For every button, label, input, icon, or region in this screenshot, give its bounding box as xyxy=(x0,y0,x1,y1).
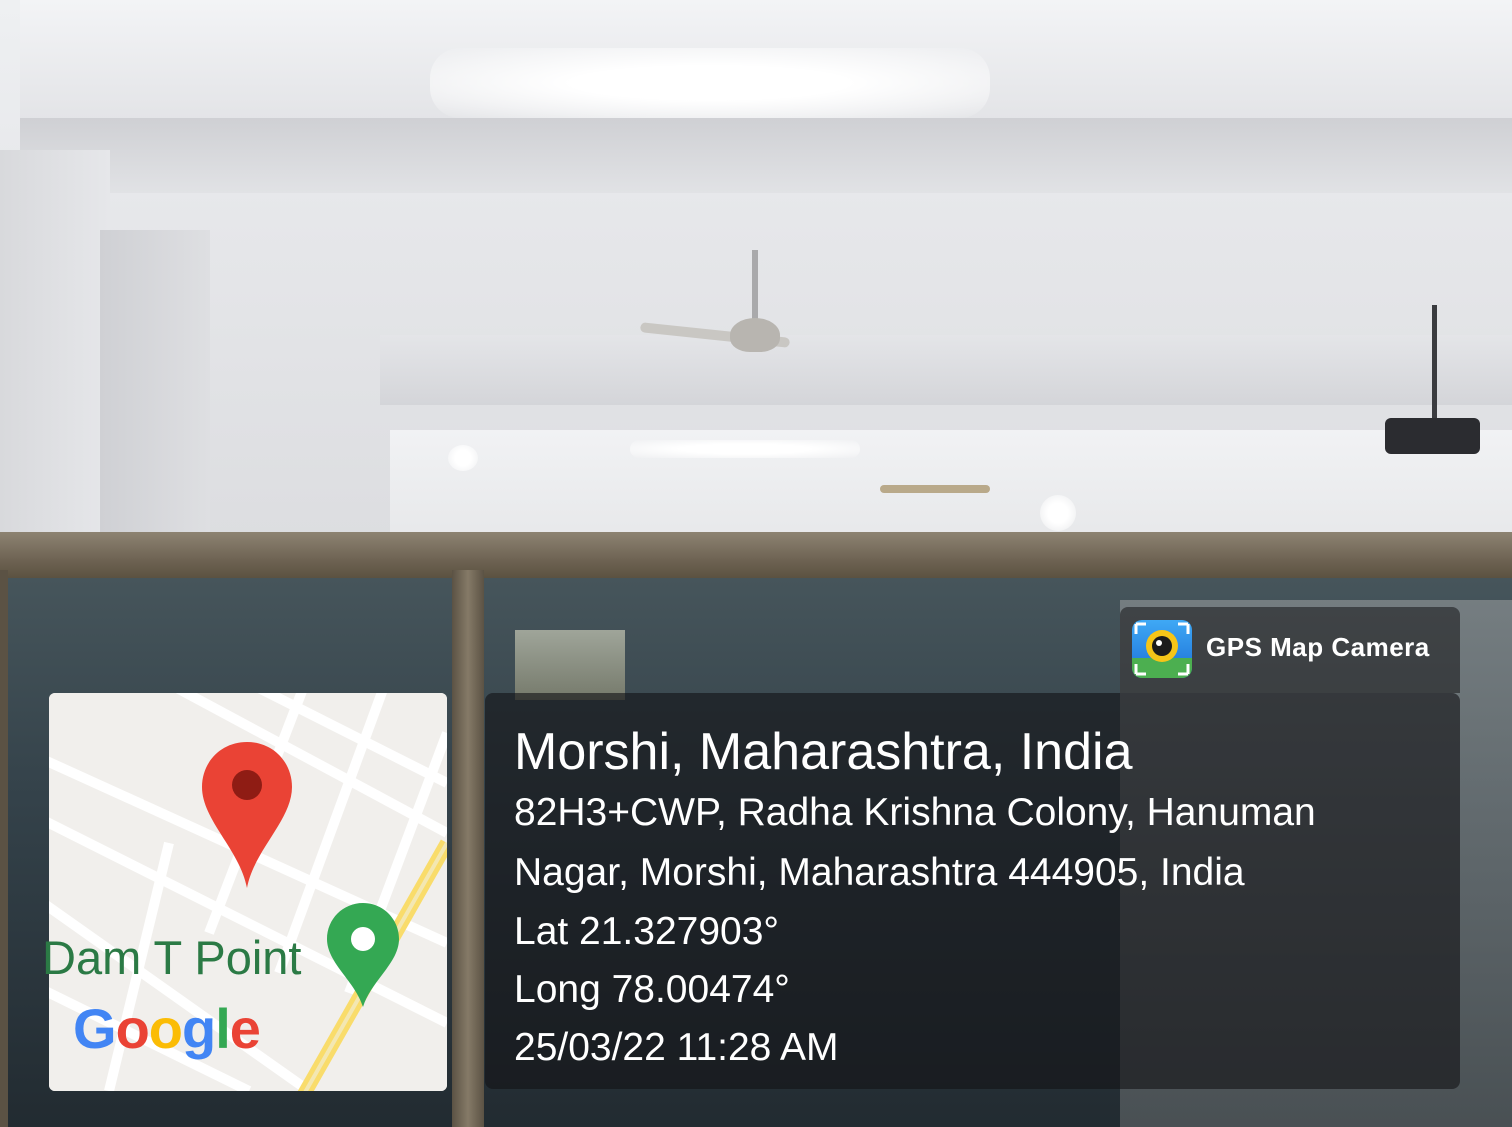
partition-post-left xyxy=(0,570,8,1127)
latitude: Lat 21.327903° xyxy=(514,910,780,953)
address-line-2: Nagar, Morshi, Maharashtra 444905, India xyxy=(514,851,1245,894)
map-place-label: Dam T Point xyxy=(42,931,302,984)
google-logo: Google xyxy=(73,997,261,1060)
projector xyxy=(1385,418,1480,454)
projector-mount xyxy=(1432,305,1437,420)
ceiling-bulb xyxy=(1040,495,1076,531)
side-wall-inner xyxy=(100,230,210,545)
partition-post xyxy=(452,570,484,1127)
camera-lens-icon xyxy=(1132,620,1192,678)
address-line-1: 82H3+CWP, Radha Krishna Colony, Hanuman xyxy=(514,791,1316,834)
app-name: GPS Map Camera xyxy=(1206,632,1430,662)
partition-frame xyxy=(0,532,1512,580)
location-pin-icon xyxy=(202,742,292,888)
ceiling-bulb-left xyxy=(448,445,478,471)
reflected-window xyxy=(515,630,625,700)
tube-light-rear xyxy=(630,440,860,458)
photo-scene: Dam T Point Google GPS Map Camera Morshi… xyxy=(0,0,1512,1127)
ceiling-fan xyxy=(730,318,780,352)
place-marker-icon xyxy=(327,903,399,1007)
ceiling-beam-underside xyxy=(20,118,1512,193)
location-city: Morshi, Maharashtra, India xyxy=(514,723,1133,781)
timestamp: 25/03/22 11:28 AM xyxy=(514,1026,839,1069)
longitude: Long 78.00474° xyxy=(514,968,790,1011)
ceiling-fan-rear xyxy=(880,485,990,493)
tube-light xyxy=(430,48,990,118)
fan-rod xyxy=(752,250,758,320)
side-wall xyxy=(0,150,110,545)
rear-beam xyxy=(380,335,1512,405)
